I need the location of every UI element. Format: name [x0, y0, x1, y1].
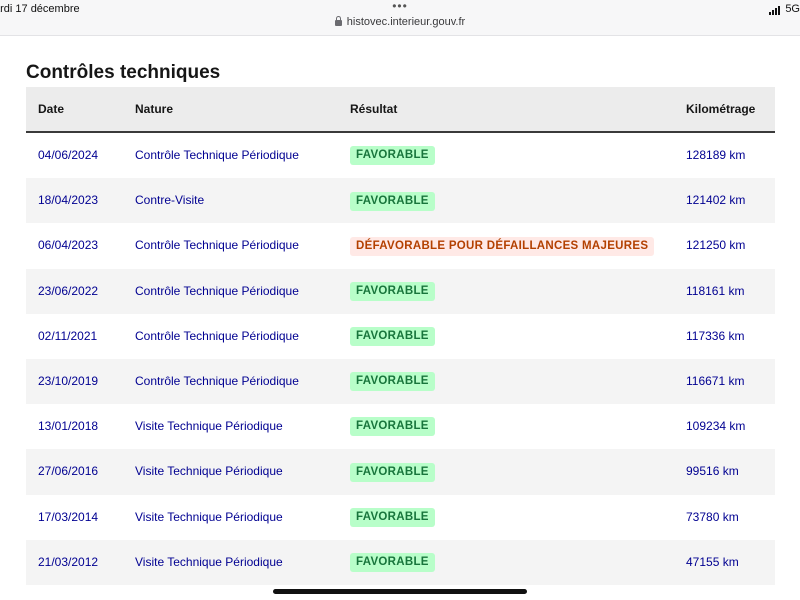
cell-nature: Visite Technique Périodique	[135, 554, 283, 569]
cell-result: FAVORABLE	[350, 540, 435, 585]
more-dots-icon[interactable]: •••	[390, 0, 410, 12]
status-badge: FAVORABLE	[350, 417, 435, 437]
table-row: 23/10/2019 Contrôle Technique Périodique F…	[26, 358, 775, 405]
cell-result: FAVORABLE	[350, 133, 435, 178]
table-row: 04/06/2024 Contrôle Technique Périodique F…	[26, 133, 775, 178]
network-label: 5G	[785, 3, 800, 15]
cell-km: 128189 km	[686, 148, 746, 162]
cell-result: FAVORABLE	[350, 178, 435, 223]
cell-nature: Contrôle Technique Périodique	[135, 238, 299, 253]
cell-km: 117336 km	[686, 328, 745, 343]
status-badge: DÉFAVORABLE POUR DÉFAILLANCES MAJEURES	[350, 236, 655, 256]
cell-km: 121250 km	[686, 238, 746, 253]
status-time: ardi 17 décembre	[0, 3, 80, 15]
cell-nature: Contrôle Technique Périodique	[135, 283, 299, 298]
cell-date: 21/03/2012	[38, 554, 99, 569]
status-badge: FAVORABLE	[350, 146, 435, 166]
cell-km: 118161 km	[686, 283, 745, 298]
header-km: Kilométrage	[686, 102, 756, 116]
cell-nature: Visite Technique Périodique	[135, 464, 283, 479]
cell-result: FAVORABLE	[350, 495, 435, 540]
status-badge: FAVORABLE	[350, 372, 435, 392]
header-date: Date	[38, 102, 65, 116]
table-row: 17/03/2014 Visite Technique Périodique FAV…	[26, 495, 775, 540]
home-indicator[interactable]	[273, 589, 527, 594]
status-badge: FAVORABLE	[350, 507, 435, 527]
cell-result: FAVORABLE	[350, 449, 435, 494]
cell-nature: Contrôle Technique Périodique	[135, 148, 299, 162]
table-row: 27/06/2016 Visite Technique Périodique FAV…	[26, 449, 775, 495]
cell-km: 99516 km	[686, 464, 739, 479]
cell-date: 18/04/2023	[38, 193, 99, 208]
table-row: 06/04/2023 Contrôle Technique Périodique D…	[26, 223, 775, 268]
table-row: 13/01/2018 Visite Technique Périodique FAV…	[26, 404, 775, 449]
controles-table: Date Nature Résultat Kilométrage 04/06/2…	[26, 87, 775, 585]
cell-nature: Visite Technique Périodique	[135, 419, 283, 434]
cell-result: FAVORABLE	[350, 404, 435, 449]
table-row: 21/03/2012 Visite Technique Périodique FAV…	[26, 539, 775, 585]
cell-date: 27/06/2016	[38, 464, 99, 479]
status-right: 5G	[769, 3, 800, 15]
cell-date: 02/11/2021	[38, 328, 98, 343]
cell-date: 23/06/2022	[38, 283, 99, 298]
cell-km: 116671 km	[686, 373, 745, 388]
header-nature: Nature	[135, 102, 174, 116]
status-badge: FAVORABLE	[350, 191, 435, 211]
cell-date: 13/01/2018	[38, 419, 99, 434]
cell-nature: Contrôle Technique Périodique	[135, 328, 299, 343]
table-row: 18/04/2023 Contre-Visite FAVORABLE 121402 k…	[26, 178, 775, 224]
table-row: 23/06/2022 Contrôle Technique Périodique F…	[26, 268, 775, 314]
status-badge: FAVORABLE	[350, 553, 435, 573]
cell-km: 121402 km	[686, 193, 746, 208]
url-text: histovec.interieur.gouv.fr	[346, 16, 466, 28]
cell-date: 04/06/2024	[38, 148, 99, 162]
browser-status-bar: ardi 17 décembre ••• histovec.interieur.…	[0, 0, 800, 36]
address-bar[interactable]: histovec.interieur.gouv.fr	[0, 16, 800, 28]
lock-icon	[334, 16, 342, 26]
cell-km: 109234 km	[686, 419, 746, 434]
cell-date: 06/04/2023	[38, 238, 99, 253]
table-row: 02/11/2021 Contrôle Technique Périodique F…	[26, 314, 775, 359]
cell-nature: Contre-Visite	[135, 193, 205, 208]
table-header: Date Nature Résultat Kilométrage	[26, 87, 775, 133]
header-result: Résultat	[350, 102, 398, 116]
status-badge: FAVORABLE	[350, 462, 435, 482]
signal-icon	[769, 6, 781, 15]
cell-date: 17/03/2014	[38, 509, 99, 524]
cell-result: FAVORABLE	[350, 359, 435, 404]
cell-result: FAVORABLE	[350, 269, 435, 314]
cell-result: FAVORABLE	[350, 314, 435, 359]
table-body: 04/06/2024 Contrôle Technique Périodique F…	[26, 133, 775, 585]
cell-km: 73780 km	[686, 509, 739, 524]
cell-nature: Contrôle Technique Périodique	[135, 373, 299, 388]
page-title: Contrôles techniques	[26, 62, 221, 83]
cell-date: 23/10/2019	[38, 373, 99, 388]
status-badge: FAVORABLE	[350, 281, 435, 301]
cell-km: 47155 km	[686, 554, 739, 569]
cell-result: DÉFAVORABLE POUR DÉFAILLANCES MAJEURES	[350, 223, 655, 268]
status-badge: FAVORABLE	[350, 327, 435, 347]
cell-nature: Visite Technique Périodique	[135, 509, 283, 524]
